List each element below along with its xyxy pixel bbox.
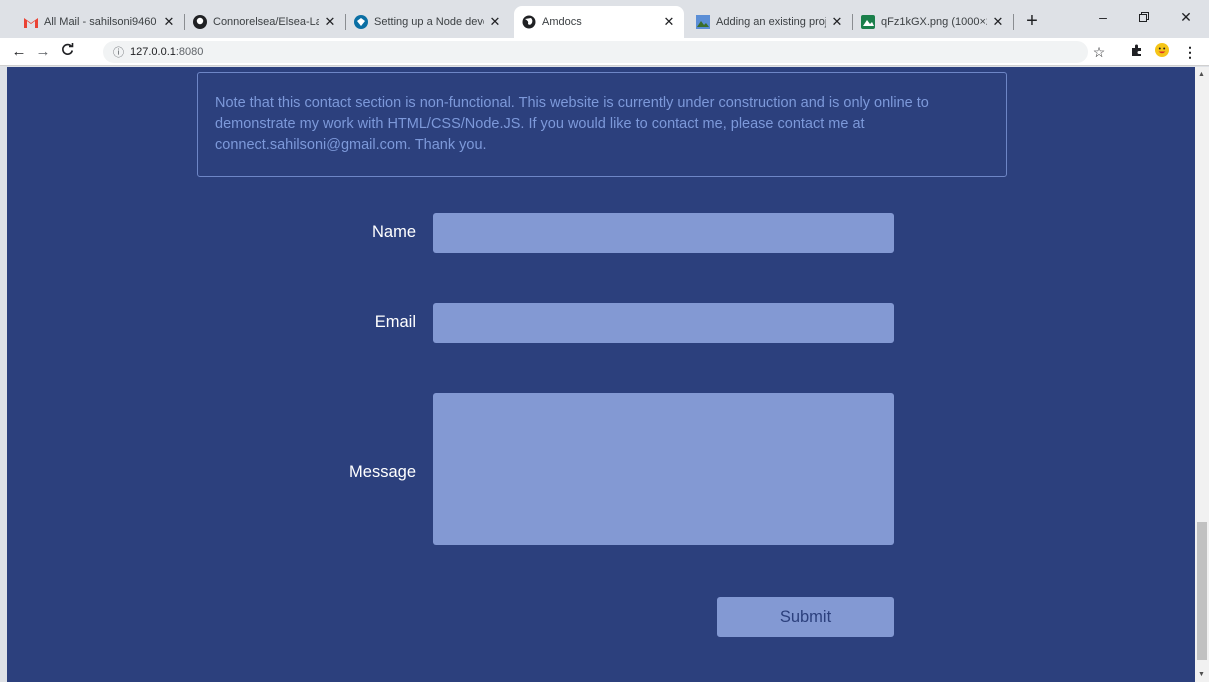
submit-button[interactable]: Submit bbox=[717, 597, 894, 637]
message-label: Message bbox=[349, 463, 416, 481]
email-input[interactable] bbox=[433, 303, 894, 343]
browser-toolbar: ← → ⓘ 127.0.0.1:8080 ☆ ⋮ bbox=[0, 38, 1209, 66]
address-bar[interactable]: ⓘ 127.0.0.1:8080 bbox=[103, 41, 1088, 63]
close-icon[interactable]: ✕ bbox=[830, 14, 844, 30]
tab-devto[interactable]: Setting up a Node deve ✕ bbox=[346, 6, 510, 38]
tab-title: All Mail - sahilsoni9460 bbox=[44, 16, 157, 28]
globe-icon bbox=[522, 15, 536, 29]
tab-png-image[interactable]: qFz1kGX.png (1000×20 ✕ bbox=[853, 6, 1013, 38]
vertical-scrollbar[interactable]: ▲ ▼ bbox=[1195, 67, 1209, 682]
tab-title: qFz1kGX.png (1000×20 bbox=[881, 16, 987, 28]
close-icon[interactable]: ✕ bbox=[991, 14, 1005, 30]
window-close-icon[interactable]: ✕ bbox=[1166, 4, 1206, 30]
close-icon[interactable]: ✕ bbox=[488, 14, 502, 30]
page-viewport: Note that this contact section is non-fu… bbox=[7, 67, 1195, 682]
message-textarea[interactable] bbox=[433, 393, 894, 545]
forward-icon[interactable]: → bbox=[32, 41, 54, 63]
tab-gmail[interactable]: All Mail - sahilsoni9460 ✕ bbox=[16, 6, 184, 38]
scroll-up-icon[interactable]: ▲ bbox=[1198, 71, 1205, 78]
tab-github[interactable]: Connorelsea/Elsea-Lab ✕ bbox=[185, 6, 345, 38]
name-input[interactable] bbox=[433, 213, 894, 253]
new-tab-button[interactable]: + bbox=[1018, 8, 1046, 36]
close-icon[interactable]: ✕ bbox=[162, 14, 176, 30]
reload-icon[interactable] bbox=[56, 41, 78, 63]
tab-title: Adding an existing proj bbox=[716, 16, 826, 28]
tab-adding-project[interactable]: Adding an existing proj ✕ bbox=[688, 6, 852, 38]
devto-icon bbox=[354, 15, 368, 29]
close-icon[interactable]: ✕ bbox=[662, 14, 676, 30]
scrollbar-thumb[interactable] bbox=[1197, 522, 1207, 660]
back-icon[interactable]: ← bbox=[8, 41, 30, 63]
restore-icon[interactable] bbox=[1124, 4, 1164, 30]
tab-amdocs[interactable]: Amdocs ✕ bbox=[514, 6, 684, 38]
url-port: :8080 bbox=[175, 46, 204, 58]
tab-title: Connorelsea/Elsea-Lab bbox=[213, 16, 319, 28]
gmail-icon bbox=[24, 15, 38, 29]
contact-notice: Note that this contact section is non-fu… bbox=[197, 72, 1007, 177]
bookmark-star-icon[interactable]: ☆ bbox=[1088, 41, 1110, 63]
profile-avatar-icon[interactable] bbox=[1151, 41, 1173, 63]
email-label: Email bbox=[374, 313, 416, 331]
tab-title: Setting up a Node deve bbox=[374, 16, 484, 28]
close-icon[interactable]: ✕ bbox=[323, 14, 337, 30]
url-host: 127.0.0.1 bbox=[130, 46, 176, 58]
name-label: Name bbox=[371, 223, 416, 241]
tab-title: Amdocs bbox=[542, 16, 582, 28]
tab-strip: All Mail - sahilsoni9460 ✕ Connorelsea/E… bbox=[0, 0, 1209, 38]
github-icon bbox=[193, 15, 207, 29]
scroll-down-icon[interactable]: ▼ bbox=[1198, 671, 1205, 678]
minimize-icon[interactable]: – bbox=[1083, 4, 1123, 30]
menu-kebab-icon[interactable]: ⋮ bbox=[1179, 41, 1201, 63]
tab-divider bbox=[1013, 14, 1014, 30]
image-icon bbox=[696, 15, 710, 29]
info-icon[interactable]: ⓘ bbox=[113, 44, 124, 60]
image-icon bbox=[861, 15, 875, 29]
extensions-icon[interactable] bbox=[1125, 41, 1147, 63]
